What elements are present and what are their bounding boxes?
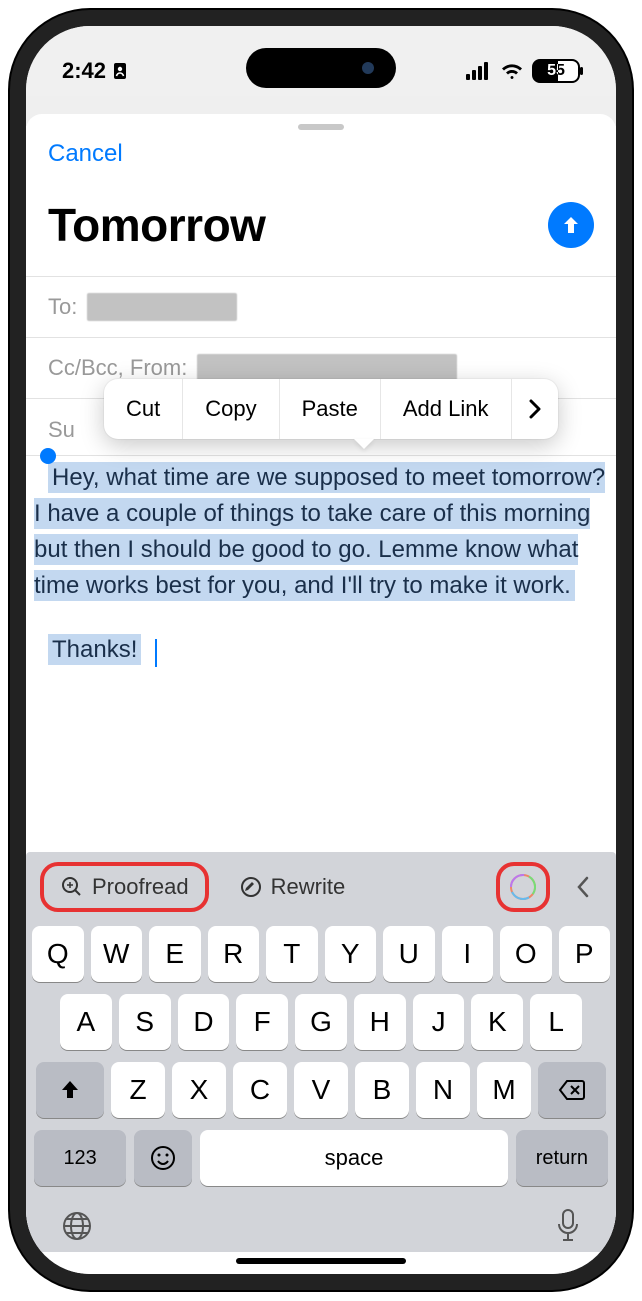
- key-q[interactable]: Q: [32, 926, 84, 982]
- phone-frame: 2:42 55 Cancel Tomorrow To: Cc/Bcc, From…: [10, 10, 632, 1290]
- keyboard-row-3: Z X C V B N M: [32, 1062, 610, 1118]
- key-v[interactable]: V: [294, 1062, 348, 1118]
- sheet-drag-handle[interactable]: [298, 124, 344, 130]
- context-paste[interactable]: Paste: [280, 379, 381, 439]
- delete-icon: [558, 1079, 586, 1101]
- keyboard-row-1: Q W E R T Y U I O P: [32, 926, 610, 982]
- key-h[interactable]: H: [354, 994, 406, 1050]
- person-badge-icon: [112, 61, 128, 81]
- dynamic-island: [246, 48, 396, 88]
- key-c[interactable]: C: [233, 1062, 287, 1118]
- key-return[interactable]: return: [516, 1130, 608, 1186]
- text-caret: [155, 639, 157, 667]
- rewrite-label: Rewrite: [271, 874, 346, 900]
- home-indicator[interactable]: [236, 1258, 406, 1264]
- wifi-icon: [500, 62, 524, 80]
- key-b[interactable]: B: [355, 1062, 409, 1118]
- mic-icon[interactable]: [554, 1208, 582, 1244]
- body-thanks-selected[interactable]: Thanks!: [48, 634, 141, 665]
- proofread-label: Proofread: [92, 874, 189, 900]
- key-x[interactable]: X: [172, 1062, 226, 1118]
- key-emoji[interactable]: [134, 1130, 192, 1186]
- apple-intelligence-icon: [506, 870, 540, 904]
- key-z[interactable]: Z: [111, 1062, 165, 1118]
- writing-tools-collapse[interactable]: [564, 871, 602, 903]
- key-space[interactable]: space: [200, 1130, 508, 1186]
- key-w[interactable]: W: [91, 926, 143, 982]
- emoji-icon: [149, 1144, 177, 1172]
- keyboard-bottom-row: [26, 1198, 616, 1252]
- proofread-button[interactable]: Proofread: [40, 862, 209, 912]
- text-context-menu: Cut Copy Paste Add Link: [104, 379, 558, 439]
- cancel-button[interactable]: Cancel: [48, 140, 123, 167]
- key-e[interactable]: E: [149, 926, 201, 982]
- key-s[interactable]: S: [119, 994, 171, 1050]
- screen: 2:42 55 Cancel Tomorrow To: Cc/Bcc, From…: [26, 26, 616, 1274]
- key-l[interactable]: L: [530, 994, 582, 1050]
- compose-sheet: Cancel Tomorrow To: Cc/Bcc, From: Su Cut…: [26, 114, 616, 1274]
- key-n[interactable]: N: [416, 1062, 470, 1118]
- key-k[interactable]: K: [471, 994, 523, 1050]
- context-more[interactable]: [512, 379, 558, 439]
- key-o[interactable]: O: [500, 926, 552, 982]
- chevron-left-icon: [576, 875, 590, 899]
- to-value-redacted: [87, 293, 237, 321]
- key-r[interactable]: R: [208, 926, 260, 982]
- subject-field[interactable]: Su Cut Copy Paste Add Link: [26, 398, 616, 455]
- compose-header: Cancel: [26, 136, 616, 178]
- keyboard-row-4: 123 space return: [32, 1130, 610, 1186]
- key-p[interactable]: P: [559, 926, 611, 982]
- selection-handle-start[interactable]: [40, 448, 56, 464]
- compose-body[interactable]: Hey, what time are we supposed to meet t…: [26, 455, 616, 852]
- magnify-check-icon: [60, 875, 84, 899]
- signal-icon: [466, 62, 492, 80]
- key-a[interactable]: A: [60, 994, 112, 1050]
- from-value-redacted: [197, 354, 457, 382]
- body-text-selected[interactable]: Hey, what time are we supposed to meet t…: [34, 462, 605, 601]
- subject-label: Su: [48, 417, 75, 442]
- chevron-right-icon: [528, 399, 542, 419]
- to-field[interactable]: To:: [26, 276, 616, 337]
- context-add-link[interactable]: Add Link: [381, 379, 512, 439]
- rewrite-icon: [239, 875, 263, 899]
- context-cut[interactable]: Cut: [104, 379, 183, 439]
- keyboard-row-2: A S D F G H J K L: [32, 994, 610, 1050]
- key-j[interactable]: J: [413, 994, 465, 1050]
- key-delete[interactable]: [538, 1062, 606, 1118]
- keyboard: Q W E R T Y U I O P A S D F G H J K L: [26, 916, 616, 1198]
- context-copy[interactable]: Copy: [183, 379, 279, 439]
- key-u[interactable]: U: [383, 926, 435, 982]
- to-label: To:: [48, 294, 77, 320]
- key-y[interactable]: Y: [325, 926, 377, 982]
- send-button[interactable]: [548, 202, 594, 248]
- key-g[interactable]: G: [295, 994, 347, 1050]
- globe-icon[interactable]: [60, 1209, 94, 1243]
- compose-title: Tomorrow: [48, 198, 265, 252]
- key-d[interactable]: D: [178, 994, 230, 1050]
- key-f[interactable]: F: [236, 994, 288, 1050]
- shift-icon: [58, 1078, 82, 1102]
- apple-intelligence-button[interactable]: [496, 862, 550, 912]
- battery-icon: 55: [532, 59, 580, 83]
- key-i[interactable]: I: [442, 926, 494, 982]
- key-numbers[interactable]: 123: [34, 1130, 126, 1186]
- ccbcc-label: Cc/Bcc, From:: [48, 355, 187, 381]
- key-shift[interactable]: [36, 1062, 104, 1118]
- arrow-up-icon: [559, 213, 583, 237]
- rewrite-button[interactable]: Rewrite: [223, 866, 362, 908]
- key-t[interactable]: T: [266, 926, 318, 982]
- status-time: 2:42: [62, 58, 106, 84]
- writing-tools-bar: Proofread Rewrite: [26, 852, 616, 916]
- key-m[interactable]: M: [477, 1062, 531, 1118]
